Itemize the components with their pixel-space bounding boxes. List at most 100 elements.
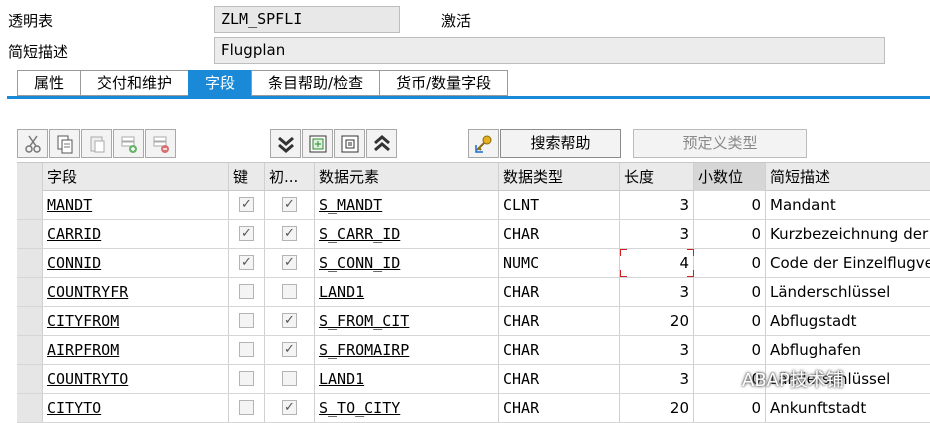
data-type-cell[interactable]: CLNT bbox=[499, 191, 620, 219]
length-cell[interactable]: 20 bbox=[620, 394, 694, 422]
col-header-decimals[interactable]: 小数位 bbox=[694, 163, 766, 191]
details-button[interactable] bbox=[334, 129, 365, 158]
field-name-link[interactable]: CITYFROM bbox=[47, 312, 119, 330]
paste-button[interactable] bbox=[81, 129, 112, 158]
key-checkbox[interactable] bbox=[239, 284, 254, 299]
tab-currency-quantity-fields[interactable]: 货币/数量字段 bbox=[379, 70, 509, 96]
col-header-data-type[interactable]: 数据类型 bbox=[499, 163, 620, 191]
initial-value-checkbox[interactable]: ✓ bbox=[282, 226, 297, 241]
tab-entry-help-check[interactable]: 条目帮助/检查 bbox=[251, 70, 380, 96]
col-header-key[interactable]: 键 bbox=[229, 163, 265, 191]
field-name-link[interactable]: COUNTRYFR bbox=[47, 283, 128, 301]
table-row[interactable]: CITYFROM ✓ S_FROM_CIT CHAR 20 0 Abflugstadt bbox=[17, 307, 930, 336]
initial-value-checkbox[interactable]: ✓ bbox=[282, 197, 297, 212]
delete-row-button[interactable] bbox=[145, 129, 176, 158]
tab-delivery-maintenance[interactable]: 交付和维护 bbox=[80, 70, 189, 96]
row-selector[interactable] bbox=[17, 307, 43, 335]
initial-value-checkbox[interactable]: ✓ bbox=[282, 255, 297, 270]
length-cell[interactable]: 3 bbox=[620, 191, 694, 219]
search-help-key-button[interactable] bbox=[468, 129, 499, 158]
key-checkbox[interactable] bbox=[239, 400, 254, 415]
insert-row-button[interactable] bbox=[113, 129, 144, 158]
table-row[interactable]: AIRPFROM ✓ S_FROMAIRP CHAR 3 0 Abflughafen bbox=[17, 336, 930, 365]
decimals-cell[interactable]: 0 bbox=[694, 191, 766, 219]
row-selector[interactable] bbox=[17, 394, 43, 422]
length-cell[interactable]: 20 bbox=[620, 307, 694, 335]
table-row[interactable]: MANDT ✓ ✓ S_MANDT CLNT 3 0 Mandant bbox=[17, 191, 930, 220]
key-checkbox[interactable] bbox=[239, 313, 254, 328]
search-help-key-icon bbox=[474, 135, 491, 153]
field-name-link[interactable]: AIRPFROM bbox=[47, 341, 119, 359]
data-type-cell[interactable]: CHAR bbox=[499, 394, 620, 422]
row-selector[interactable] bbox=[17, 336, 43, 364]
row-selector[interactable] bbox=[17, 220, 43, 248]
row-selector[interactable] bbox=[17, 278, 43, 306]
data-element-link[interactable]: S_FROM_CIT bbox=[319, 312, 409, 330]
decimals-cell[interactable]: 0 bbox=[694, 336, 766, 364]
data-type-cell[interactable]: CHAR bbox=[499, 336, 620, 364]
tab-attributes[interactable]: 属性 bbox=[17, 70, 81, 96]
data-element-link[interactable]: LAND1 bbox=[319, 283, 364, 301]
short-desc-cell: Länderschlüssel bbox=[770, 283, 891, 301]
col-header-initial[interactable]: 初... bbox=[265, 163, 315, 191]
field-name-link[interactable]: CONNID bbox=[47, 254, 101, 272]
expand-details-button[interactable] bbox=[302, 129, 333, 158]
select-all-cell[interactable] bbox=[17, 163, 43, 191]
data-type-cell[interactable]: CHAR bbox=[499, 365, 620, 393]
table-row[interactable]: CARRID ✓ ✓ S_CARR_ID CHAR 3 0 Kurzbezeichnung d… bbox=[17, 220, 930, 249]
data-type-cell[interactable]: NUMC bbox=[499, 249, 620, 277]
field-name-link[interactable]: COUNTRYTO bbox=[47, 370, 128, 388]
cut-button[interactable] bbox=[17, 129, 48, 158]
data-element-link[interactable]: S_FROMAIRP bbox=[319, 341, 409, 359]
col-header-data-element[interactable]: 数据元素 bbox=[315, 163, 499, 191]
data-element-link[interactable]: S_MANDT bbox=[319, 196, 382, 214]
row-selector[interactable] bbox=[17, 365, 43, 393]
field-name-link[interactable]: CITYTO bbox=[47, 399, 101, 417]
key-checkbox[interactable]: ✓ bbox=[239, 226, 254, 241]
table-row[interactable]: CONNID ✓ ✓ S_CONN_ID NUMC 4 0 Code der Einzelfl… bbox=[17, 249, 930, 278]
decimals-cell[interactable]: 0 bbox=[694, 220, 766, 248]
key-checkbox[interactable] bbox=[239, 371, 254, 386]
field-name-link[interactable]: MANDT bbox=[47, 196, 92, 214]
initial-value-checkbox[interactable] bbox=[282, 371, 297, 386]
data-element-link[interactable]: LAND1 bbox=[319, 370, 364, 388]
col-header-length[interactable]: 长度 bbox=[620, 163, 694, 191]
length-cell[interactable]: 3 bbox=[620, 278, 694, 306]
short-desc-field[interactable]: Flugplan bbox=[214, 37, 885, 64]
data-element-link[interactable]: S_CARR_ID bbox=[319, 225, 400, 243]
row-selector[interactable] bbox=[17, 249, 43, 277]
initial-value-checkbox[interactable] bbox=[282, 284, 297, 299]
tab-fields[interactable]: 字段 bbox=[188, 70, 252, 96]
search-help-button[interactable]: 搜索帮助 bbox=[500, 129, 621, 158]
initial-value-checkbox[interactable]: ✓ bbox=[282, 342, 297, 357]
data-element-link[interactable]: S_CONN_ID bbox=[319, 254, 400, 272]
initial-value-checkbox[interactable]: ✓ bbox=[282, 400, 297, 415]
initial-value-checkbox[interactable]: ✓ bbox=[282, 313, 297, 328]
data-element-link[interactable]: S_TO_CITY bbox=[319, 399, 400, 417]
length-cell[interactable]: 3 bbox=[620, 365, 694, 393]
table-name-field[interactable]: ZLM_SPFLI bbox=[214, 6, 400, 33]
col-header-short-desc[interactable]: 简短描述 bbox=[766, 163, 930, 191]
data-type-cell[interactable]: CHAR bbox=[499, 278, 620, 306]
data-type-cell[interactable]: CHAR bbox=[499, 220, 620, 248]
col-header-field[interactable]: 字段 bbox=[43, 163, 229, 191]
expand-button[interactable] bbox=[366, 129, 397, 158]
copy-button[interactable] bbox=[49, 129, 80, 158]
field-name-link[interactable]: CARRID bbox=[47, 225, 101, 243]
initial-cell: ✓ bbox=[265, 394, 315, 422]
decimals-cell[interactable]: 0 bbox=[694, 307, 766, 335]
table-row[interactable]: CITYTO ✓ S_TO_CITY CHAR 20 0 Ankunftstadt bbox=[17, 394, 930, 423]
collapse-button[interactable] bbox=[270, 129, 301, 158]
key-checkbox[interactable] bbox=[239, 342, 254, 357]
length-cell[interactable]: 3 bbox=[620, 220, 694, 248]
decimals-cell[interactable]: 0 bbox=[694, 249, 766, 277]
row-selector[interactable] bbox=[17, 191, 43, 219]
table-row[interactable]: COUNTRYFR LAND1 CHAR 3 0 Länderschlüssel bbox=[17, 278, 930, 307]
key-checkbox[interactable]: ✓ bbox=[239, 255, 254, 270]
decimals-cell[interactable]: 0 bbox=[694, 394, 766, 422]
decimals-cell[interactable]: 0 bbox=[694, 278, 766, 306]
key-checkbox[interactable]: ✓ bbox=[239, 197, 254, 212]
data-type-cell[interactable]: CHAR bbox=[499, 307, 620, 335]
length-cell[interactable]: 3 bbox=[620, 336, 694, 364]
predefined-type-button[interactable]: 预定义类型 bbox=[633, 129, 807, 158]
